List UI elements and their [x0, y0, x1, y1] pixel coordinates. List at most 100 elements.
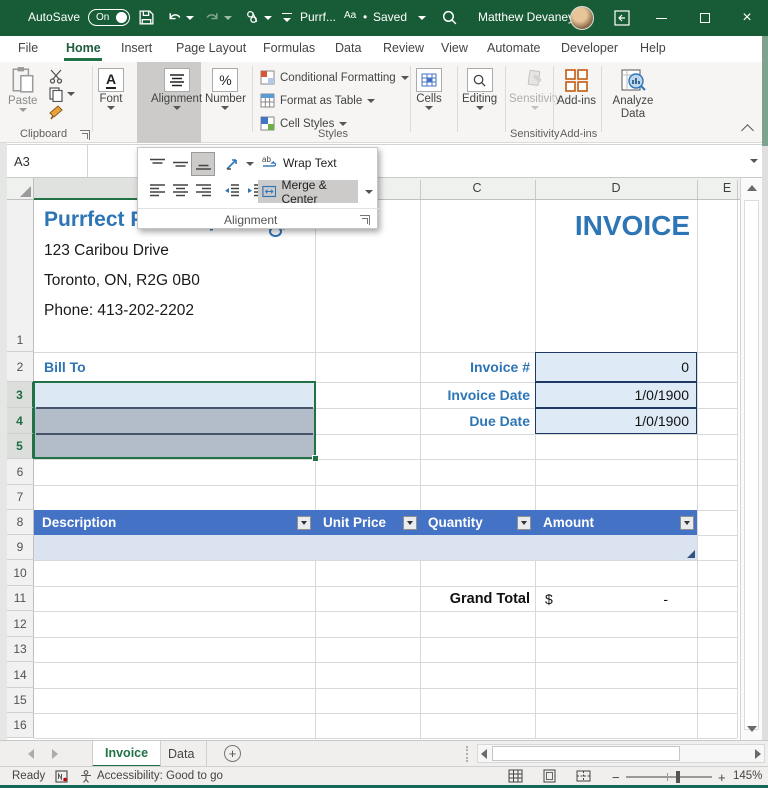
row-header-15[interactable]: 15: [7, 688, 34, 713]
align-left-button[interactable]: [146, 180, 168, 202]
column-header-C[interactable]: C: [472, 181, 481, 195]
fill-handle[interactable]: [312, 455, 319, 462]
cut-icon[interactable]: [48, 68, 64, 84]
paste-button[interactable]: Paste: [8, 66, 37, 112]
tab-formulas[interactable]: Formulas: [263, 41, 315, 55]
bill-to-cell[interactable]: Bill To: [44, 352, 86, 382]
tab-help[interactable]: Help: [640, 41, 666, 55]
pen-dropdown-icon[interactable]: [264, 16, 272, 20]
row-header-12[interactable]: 12: [7, 611, 34, 637]
normal-view-icon[interactable]: [508, 769, 523, 783]
undo-dropdown-icon[interactable]: [186, 16, 194, 20]
row-header-16[interactable]: 16: [7, 713, 34, 738]
select-all-corner[interactable]: [7, 178, 34, 200]
wrap-text-button[interactable]: ab Wrap Text: [262, 155, 337, 170]
save-icon[interactable]: [138, 9, 155, 26]
currency-symbol[interactable]: $: [545, 586, 553, 611]
addins-button[interactable]: Add-ins: [557, 68, 596, 107]
sheet-tab-data[interactable]: Data: [156, 741, 208, 767]
column-header-E[interactable]: E: [723, 181, 731, 195]
row-header-10[interactable]: 10: [7, 560, 34, 586]
bottom-align-button[interactable]: [191, 152, 215, 176]
page-break-preview-icon[interactable]: [576, 769, 591, 783]
filter-button-unit-price[interactable]: [403, 516, 417, 530]
saved-dropdown-icon[interactable]: [418, 16, 426, 20]
align-right-button[interactable]: [192, 180, 214, 202]
row-header-13[interactable]: 13: [7, 637, 34, 662]
orientation-dropdown-icon[interactable]: [246, 162, 254, 166]
user-name[interactable]: Matthew Devaney: [478, 10, 574, 24]
scroll-up-icon[interactable]: [747, 185, 757, 191]
search-icon[interactable]: [441, 9, 458, 26]
minimize-button[interactable]: [644, 0, 678, 36]
table-empty-row[interactable]: [34, 535, 697, 560]
hscroll-left-icon[interactable]: [481, 749, 487, 759]
filter-button-quantity[interactable]: [517, 516, 531, 530]
address-line2-cell[interactable]: Toronto, ON, R2G 0B0: [44, 272, 200, 290]
conditional-formatting-button[interactable]: Conditional Formatting: [260, 70, 409, 85]
clipboard-dialog-launcher[interactable]: [80, 130, 90, 140]
tab-home[interactable]: Home: [66, 41, 101, 55]
invoice-number-value[interactable]: 0: [535, 352, 697, 382]
undo-button[interactable]: [166, 9, 183, 26]
row-header-2[interactable]: 2: [7, 352, 34, 382]
number-group-button[interactable]: % Number: [205, 68, 246, 110]
copy-icon[interactable]: [48, 86, 64, 102]
close-button[interactable]: ×: [730, 0, 764, 36]
zoom-level[interactable]: 145%: [733, 770, 762, 782]
grand-total-label[interactable]: Grand Total: [420, 586, 530, 611]
invoice-date-value[interactable]: 1/0/1900: [535, 382, 697, 408]
row-header-4[interactable]: 4: [7, 408, 34, 434]
zoom-slider-track[interactable]: [626, 776, 712, 778]
row-header-1[interactable]: 1: [7, 200, 34, 352]
decrease-indent-button[interactable]: [220, 180, 242, 202]
row-header-6[interactable]: 6: [7, 459, 34, 485]
avatar[interactable]: [570, 6, 594, 30]
pen-icon[interactable]: [244, 9, 261, 26]
analyze-data-button[interactable]: Analyze Data: [607, 68, 659, 120]
accessibility-status[interactable]: Accessibility: Good to go: [97, 770, 223, 782]
vertical-scroll-thumb[interactable]: [744, 200, 759, 730]
phone-cell[interactable]: Phone: 413-202-2202: [44, 302, 194, 320]
collapse-ribbon-icon[interactable]: [741, 124, 754, 137]
grand-total-value[interactable]: -: [600, 586, 668, 611]
merge-center-dropdown-icon[interactable]: [365, 190, 373, 194]
orientation-button[interactable]: [222, 153, 244, 175]
row-header-7[interactable]: 7: [7, 485, 34, 510]
tab-review[interactable]: Review: [383, 41, 424, 55]
editing-group-button[interactable]: Editing: [462, 68, 497, 110]
table-header-amount[interactable]: Amount: [535, 510, 697, 535]
redo-button[interactable]: [204, 9, 221, 26]
tab-file[interactable]: File: [18, 41, 38, 55]
address-line1-cell[interactable]: 123 Caribou Drive: [44, 242, 169, 260]
format-painter-icon[interactable]: [48, 104, 64, 120]
qat-customize-chevron[interactable]: [283, 18, 291, 22]
format-as-table-button[interactable]: Format as Table: [260, 93, 376, 108]
row-header-8[interactable]: 8: [7, 510, 34, 535]
macro-record-icon[interactable]: [55, 770, 68, 783]
tab-insert[interactable]: Insert: [121, 41, 152, 55]
align-center-button[interactable]: [169, 180, 191, 202]
name-box[interactable]: A3: [0, 145, 88, 177]
tab-view[interactable]: View: [441, 41, 468, 55]
new-sheet-button[interactable]: +: [224, 745, 241, 762]
row-header-14[interactable]: 14: [7, 662, 34, 688]
tab-automate[interactable]: Automate: [487, 41, 541, 55]
ribbon-display-options-icon[interactable]: [614, 10, 630, 26]
table-resize-handle[interactable]: [687, 550, 695, 558]
tab-developer[interactable]: Developer: [561, 41, 618, 55]
vertical-scrollbar[interactable]: [740, 178, 762, 740]
top-align-button[interactable]: [146, 153, 168, 175]
tab-page-layout[interactable]: Page Layout: [176, 41, 246, 55]
accessibility-icon[interactable]: [80, 770, 92, 783]
autosave-toggle[interactable]: On: [88, 9, 130, 26]
page-layout-view-icon[interactable]: [542, 769, 557, 783]
row-header-11[interactable]: 11: [7, 586, 34, 611]
copy-dropdown-icon[interactable]: [67, 92, 75, 96]
horizontal-scrollbar[interactable]: [477, 744, 765, 763]
font-group-button[interactable]: A Font: [98, 68, 124, 110]
maximize-button[interactable]: [688, 0, 722, 36]
zoom-out-button[interactable]: −: [612, 770, 620, 785]
sheet-next-icon[interactable]: [52, 749, 58, 759]
filter-button-description[interactable]: [297, 516, 311, 530]
